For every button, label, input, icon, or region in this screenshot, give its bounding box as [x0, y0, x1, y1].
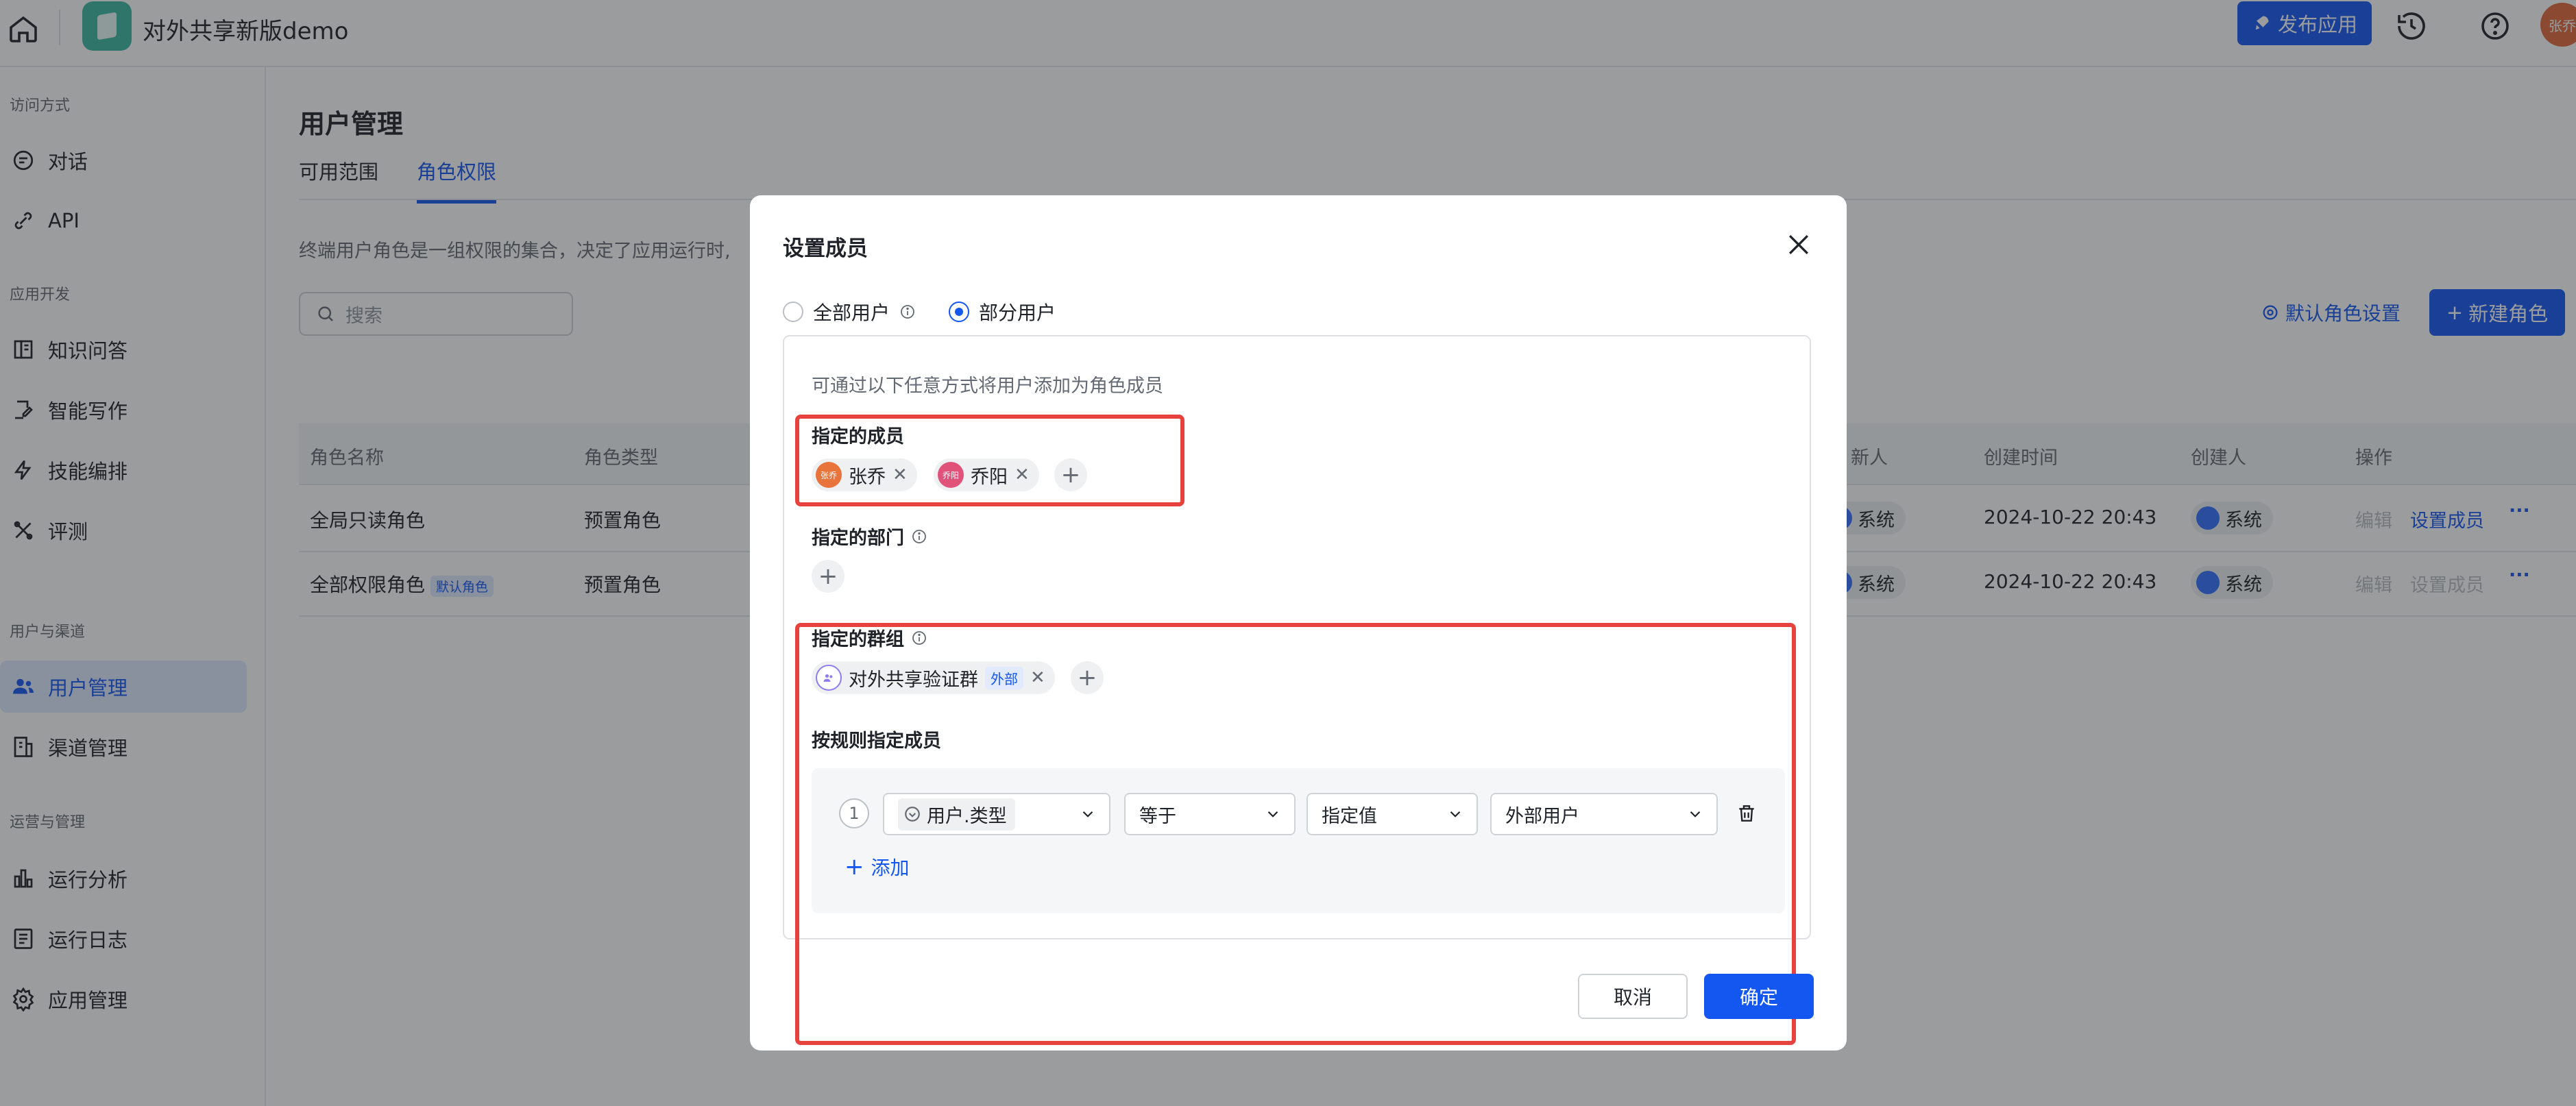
set-members-modal: 设置成员 全部用户 部分用户 可通过以下任意方式将用户添加为角色成员 指定的成员…	[750, 195, 1847, 1050]
close-icon[interactable]	[1784, 230, 1814, 260]
radio-all-users[interactable]: 全部用户	[783, 298, 916, 325]
radio-partial-users[interactable]: 部分用户	[949, 298, 1056, 325]
info-icon[interactable]	[911, 528, 927, 545]
app-root: 对外共享新版demo 发布应用 张乔 访问方式 对话 API 应用开发 知识问答…	[0, 0, 2576, 1106]
cancel-button[interactable]: 取消	[1578, 974, 1688, 1019]
radio-label: 部分用户	[979, 302, 1056, 324]
info-icon[interactable]	[899, 304, 916, 320]
highlight-members	[795, 415, 1184, 506]
departments-section-label: 指定的部门	[812, 523, 927, 550]
radio-circle-checked[interactable]	[949, 302, 969, 322]
add-department-button[interactable]: +	[812, 560, 845, 593]
radio-circle[interactable]	[783, 302, 803, 322]
panel-tip: 可通过以下任意方式将用户添加为角色成员	[812, 376, 1163, 397]
modal-title: 设置成员	[783, 236, 868, 261]
departments-label: 指定的部门	[812, 528, 904, 549]
radio-label: 全部用户	[813, 302, 890, 324]
confirm-button[interactable]: 确定	[1704, 974, 1814, 1019]
